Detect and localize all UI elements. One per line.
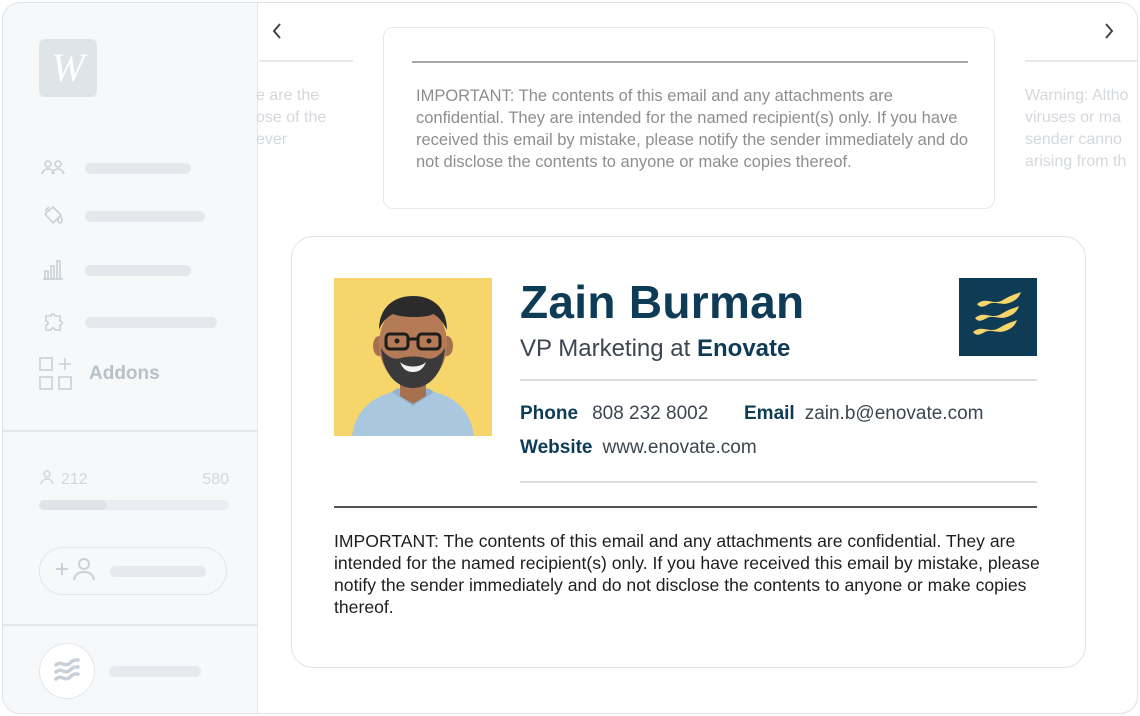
usage-total: 580: [202, 470, 229, 488]
paint-bucket-icon: [39, 203, 67, 229]
signature-title: VP Marketing at Enovate: [520, 335, 790, 363]
signature-disclaimer: IMPORTANT: The contents of this email an…: [334, 531, 1040, 617]
sidebar-item-design[interactable]: [39, 203, 205, 229]
sidebar-item-addons[interactable]: Addons: [39, 357, 160, 391]
ghost-text-line: sender canno: [1025, 131, 1122, 148]
usage-progress-bar: [39, 500, 229, 510]
website-value[interactable]: www.enovate.com: [603, 437, 757, 458]
sidebar-item-integrations[interactable]: [39, 309, 217, 335]
ghost-template-right: Warning: Altho viruses or ma sender cann…: [1025, 85, 1137, 173]
ghost-text-line: ever: [256, 131, 288, 148]
ghost-card-rule: [259, 60, 353, 62]
users-icon: [39, 155, 67, 181]
ghost-template-left: e are the ose of the ever: [256, 85, 354, 151]
add-user-icon: [54, 556, 98, 587]
signature-name: Zain Burman: [520, 276, 805, 328]
phone-contact: Phone 808 232 8002: [520, 403, 708, 425]
account-placeholder: [109, 665, 201, 677]
app-logo-letter: W: [51, 45, 85, 90]
sidebar-item-placeholder: [85, 210, 205, 222]
add-user-placeholder: [110, 565, 206, 577]
ghost-text-line: e are the: [256, 87, 320, 104]
chevron-left-icon: [272, 23, 281, 39]
usage-progress-fill: [39, 500, 108, 510]
website-label: Website: [520, 437, 593, 458]
previous-template-button[interactable]: [265, 19, 289, 43]
email-label: Email: [744, 403, 795, 424]
profile-photo: [334, 278, 492, 436]
sidebar-item-placeholder: [85, 264, 191, 276]
ghost-text-line: viruses or ma: [1025, 109, 1122, 126]
ghost-card-rule: [1025, 60, 1137, 62]
user-usage: 212 580: [39, 469, 229, 510]
disclaimer-rule: [334, 506, 1037, 508]
sidebar-item-analytics[interactable]: [39, 257, 191, 283]
puzzle-icon: [39, 309, 67, 335]
template-rule: [412, 61, 968, 63]
email-contact: Email zain.b@enovate.com: [744, 403, 983, 425]
sidebar: W Addons 212 580: [3, 3, 258, 713]
chevron-right-icon: [1105, 23, 1114, 39]
sidebar-item-placeholder: [85, 162, 191, 174]
sidebar-item-placeholder: [85, 316, 217, 328]
email-signature-card: Zain Burman VP Marketing at Enovate Phon…: [291, 236, 1086, 668]
sidebar-divider: [3, 430, 258, 432]
email-value[interactable]: zain.b@enovate.com: [805, 403, 984, 424]
app-window: W Addons 212 580 e are the ose of the ev…: [2, 2, 1138, 714]
phone-label: Phone: [520, 403, 579, 424]
enovate-wave-icon: [39, 643, 95, 699]
user-icon: [39, 469, 55, 490]
website-contact: Website www.enovate.com: [520, 437, 757, 459]
job-title: VP Marketing at: [520, 335, 691, 362]
signature-divider: [520, 379, 1037, 381]
ghost-text-line: Warning: Altho: [1025, 87, 1129, 104]
next-template-button[interactable]: [1097, 19, 1121, 43]
ghost-text-line: ose of the: [256, 109, 327, 126]
sidebar-divider: [3, 624, 258, 626]
signature-divider: [520, 481, 1037, 483]
company-name: Enovate: [696, 335, 791, 362]
app-logo[interactable]: W: [39, 39, 97, 97]
enovate-logo-icon: [959, 278, 1037, 356]
addons-grid-icon: [39, 357, 73, 391]
sidebar-item-team[interactable]: [39, 155, 191, 181]
usage-used: 212: [61, 470, 88, 488]
bar-chart-icon: [39, 257, 67, 283]
sidebar-item-label: Addons: [89, 363, 160, 384]
add-user-button[interactable]: [39, 547, 227, 595]
ghost-text-line: arising from th: [1025, 153, 1127, 170]
template-disclaimer-text: IMPORTANT: The contents of this email an…: [416, 87, 969, 171]
phone-value: 808 232 8002: [592, 403, 709, 424]
disclaimer-template-card[interactable]: IMPORTANT: The contents of this email an…: [383, 27, 995, 209]
account-switcher[interactable]: [39, 643, 201, 699]
